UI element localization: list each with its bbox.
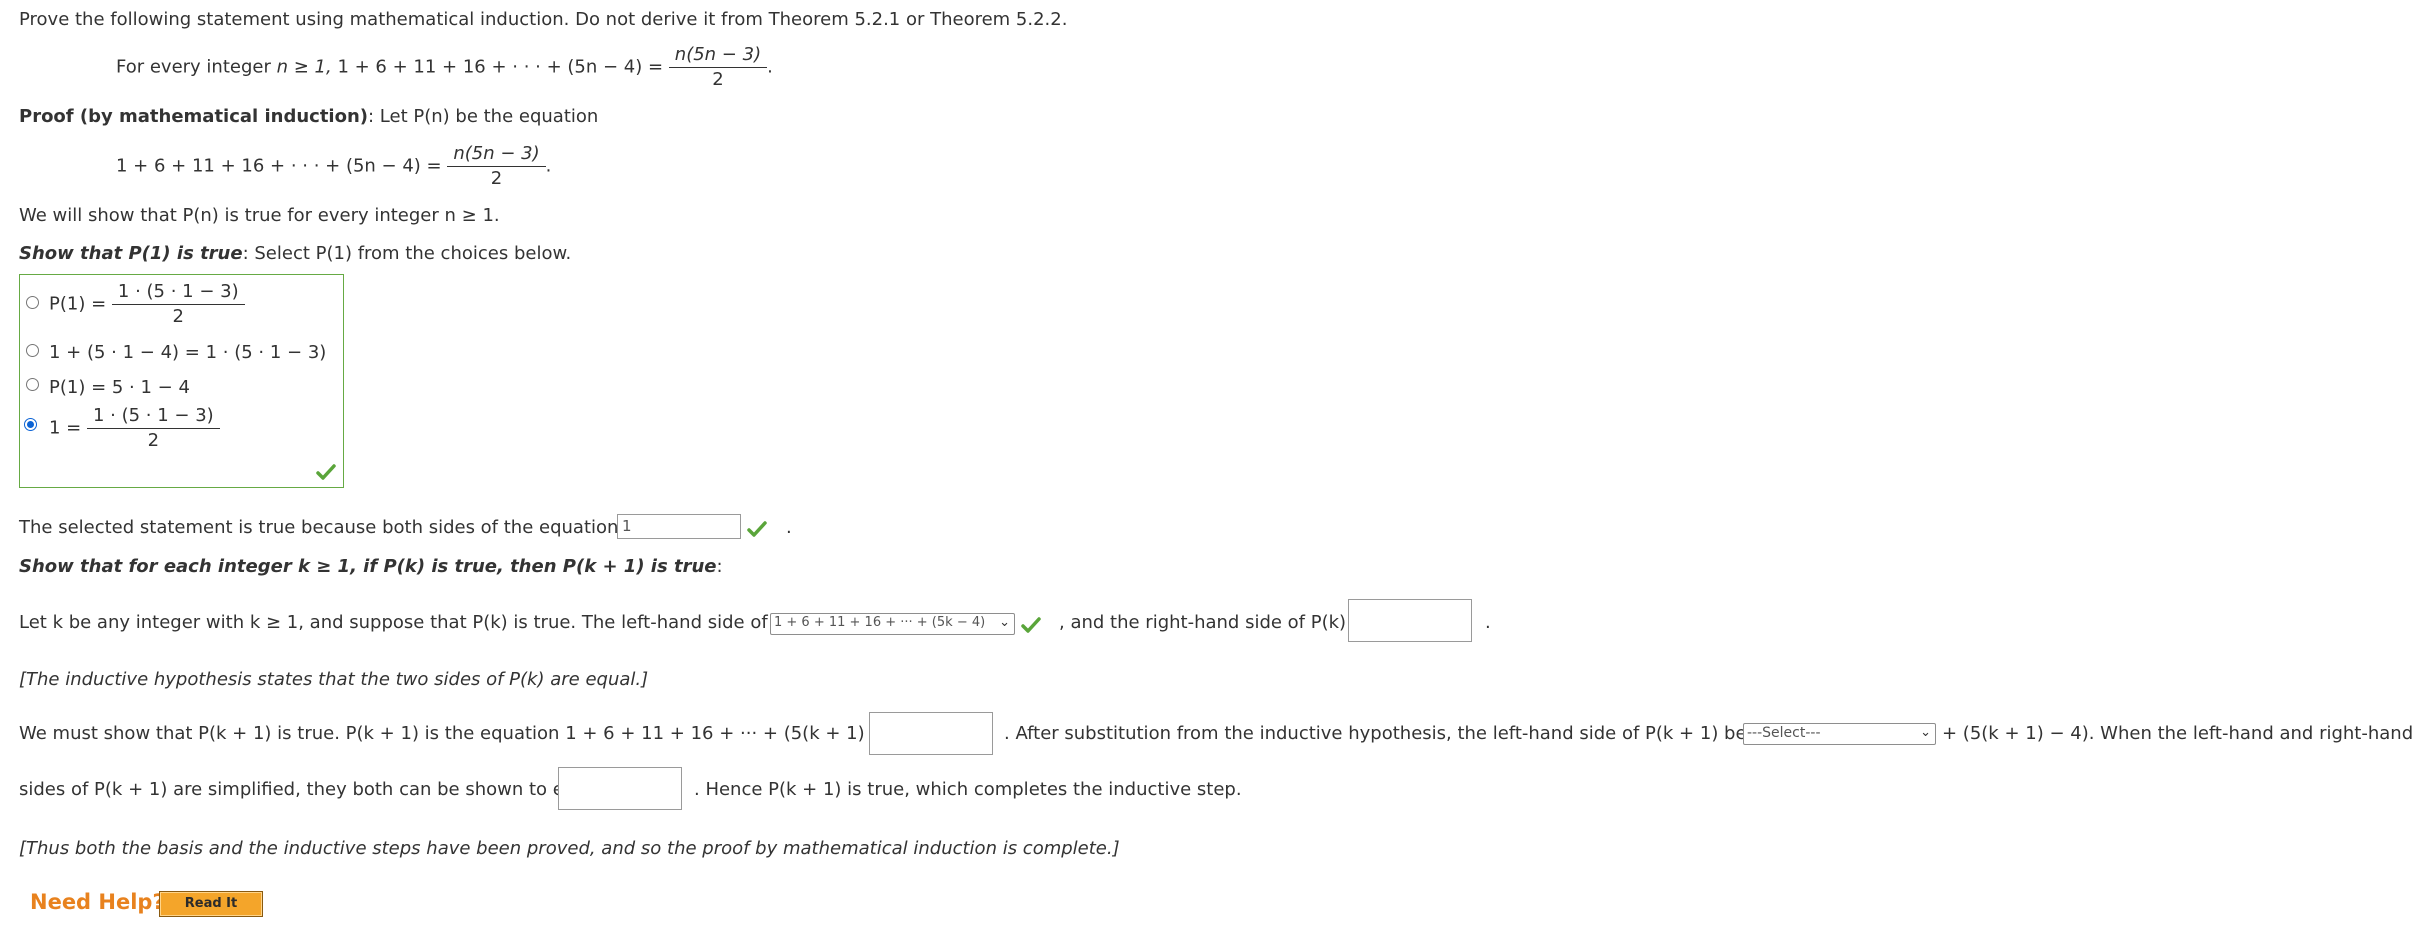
- basis-intro: Show that P(1) is true: Select P(1) from…: [19, 243, 571, 264]
- basis-value-input[interactable]: 1: [617, 514, 741, 539]
- pn-lhs: 1 + 6 + 11 + 16 + · · · + (5n − 4) =: [116, 155, 448, 177]
- pn-numerator: n(5n − 3): [447, 143, 546, 167]
- substitution-select-value: ---Select---: [1747, 725, 1821, 741]
- pn-denominator: 2: [490, 168, 503, 189]
- basis-reason-text: The selected statement is true because b…: [19, 517, 675, 538]
- choice-1-lhs: P(1) =: [49, 293, 112, 315]
- choice-4-denominator: 2: [147, 430, 160, 451]
- proof-heading: Proof (by mathematical induction): [19, 106, 369, 127]
- instruction-text: Prove the following statement using math…: [19, 9, 1068, 30]
- choice-2-radio[interactable]: [26, 344, 39, 357]
- correct-check-icon: [1021, 617, 1041, 633]
- inductive-line2-text-b: . After substitution from the inductive …: [1004, 723, 1806, 744]
- pk1-rhs-input[interactable]: [869, 712, 993, 755]
- statement-numerator: n(5n − 3): [668, 44, 768, 68]
- substitution-select[interactable]: ---Select--- ⌄: [1743, 723, 1936, 745]
- choice-4-radio-selected[interactable]: [24, 418, 37, 431]
- choice-1-fraction: 1 · (5 · 1 − 3) 2: [111, 281, 245, 328]
- statement-fraction: n(5n − 3) 2: [668, 44, 768, 91]
- choice-4-numerator: 1 · (5 · 1 − 3): [86, 405, 220, 429]
- statement-condition: n ≥ 1,: [276, 56, 338, 78]
- basis-instruction: : Select P(1) from the choices below.: [242, 243, 572, 264]
- basis-period: .: [786, 517, 792, 538]
- chevron-down-icon: ⌄: [999, 615, 1010, 630]
- basis-choices-group: P(1) = 1 · (5 · 1 − 3) 2 1 + (5 · 1 − 4) …: [19, 274, 344, 488]
- choice-1-denominator: 2: [172, 306, 184, 327]
- statement: For every integer n ≥ 1, 1 + 6 + 11 + 16…: [116, 44, 773, 91]
- choice-1-label[interactable]: P(1) = 1 · (5 · 1 − 3) 2: [49, 281, 245, 328]
- read-it-button[interactable]: Read It: [159, 891, 263, 917]
- inductive-line3-text-b: . Hence P(k + 1) is true, which complete…: [694, 779, 1242, 800]
- correct-check-icon: [747, 521, 767, 537]
- inductive-line2-text-c: + (5(k + 1) − 4). When the left-hand and…: [1942, 723, 2414, 744]
- choice-4-label[interactable]: 1 = 1 · (5 · 1 − 3) 2: [49, 405, 220, 452]
- choice-4-fraction: 1 · (5 · 1 − 3) 2: [86, 405, 220, 452]
- choice-1-numerator: 1 · (5 · 1 − 3): [111, 281, 245, 305]
- inductive-line1-text: Let k be any integer with k ≥ 1, and sup…: [19, 612, 829, 633]
- inductive-intro: Show that for each integer k ≥ 1, if P(k…: [19, 556, 723, 577]
- choice-3-label[interactable]: P(1) = 5 · 1 − 4: [49, 377, 190, 398]
- inductive-heading: Show that for each integer k ≥ 1, if P(k…: [19, 556, 717, 577]
- rhs-pk-input[interactable]: [1348, 599, 1472, 642]
- inductive-line1-period: .: [1485, 612, 1491, 633]
- inductive-line2-text: We must show that P(k + 1) is true. P(k …: [19, 723, 931, 744]
- choice-4-lhs: 1 =: [49, 417, 87, 439]
- correct-check-icon: [316, 464, 336, 480]
- statement-denominator: 2: [712, 69, 724, 90]
- hypothesis-note: [The inductive hypothesis states that th…: [19, 669, 649, 690]
- choice-1-radio[interactable]: [26, 296, 39, 309]
- pn-fraction: n(5n − 3) 2: [447, 143, 546, 190]
- statement-prefix: For every integer: [116, 56, 277, 78]
- lhs-pk-select-value: 1 + 6 + 11 + 16 + ··· + (5k − 4): [774, 615, 986, 630]
- statement-lhs: 1 + 6 + 11 + 16 + · · · + (5n − 4) =: [337, 56, 669, 78]
- simplified-value-input[interactable]: [558, 767, 682, 810]
- chevron-down-icon: ⌄: [1920, 725, 1931, 740]
- choice-3-radio[interactable]: [26, 378, 39, 391]
- proof-intro: Proof (by mathematical induction): Let P…: [19, 106, 598, 127]
- lhs-pk-select[interactable]: 1 + 6 + 11 + 16 + ··· + (5k − 4) ⌄: [770, 613, 1015, 635]
- will-show-text: We will show that P(n) is true for every…: [19, 205, 500, 226]
- need-help-label: Need Help?: [30, 890, 165, 914]
- basis-heading: Show that P(1) is true: [19, 243, 243, 264]
- inductive-line3-text: sides of P(k + 1) are simplified, they b…: [19, 779, 603, 800]
- inductive-line1-text-b: , and the right-hand side of P(k) is: [1059, 612, 1367, 633]
- conclusion-note: [Thus both the basis and the inductive s…: [19, 838, 1120, 859]
- pn-equation: 1 + 6 + 11 + 16 + · · · + (5n − 4) = n(5…: [116, 143, 552, 190]
- inductive-colon: :: [716, 556, 723, 577]
- proof-intro-text: : Let P(n) be the equation: [368, 106, 599, 127]
- choice-2-label[interactable]: 1 + (5 · 1 − 4) = 1 · (5 · 1 − 3): [49, 342, 326, 363]
